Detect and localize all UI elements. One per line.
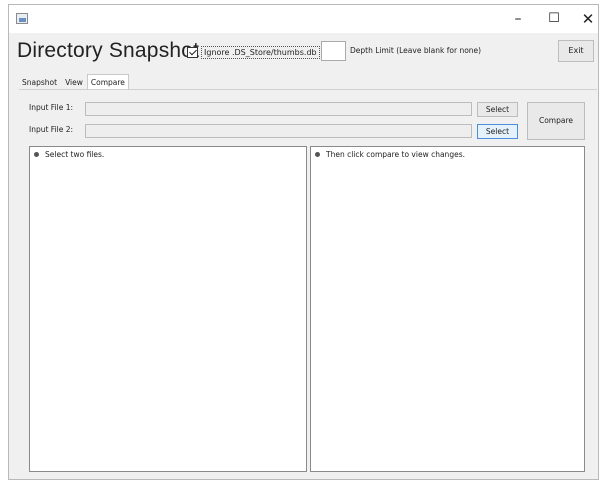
compare-button[interactable]: Compare — [527, 102, 585, 140]
list-item-label: Select two files. — [45, 150, 105, 159]
input-file-2-label: Input File 2: — [29, 125, 74, 134]
tab-snapshot[interactable]: Snapshot — [18, 74, 61, 89]
tab-compare[interactable]: Compare — [86, 74, 129, 89]
compare-panel: Input File 1: Select Input File 2: Selec… — [19, 89, 597, 479]
checkbox-checked-icon[interactable] — [187, 46, 198, 58]
bullet-icon — [315, 152, 320, 157]
depth-limit-label: Depth Limit (Leave blank for none) — [350, 46, 482, 55]
maximize-button[interactable]: ☐ — [536, 5, 572, 33]
header-bar: Directory Snapshot Ignore .DS_Store/thum… — [9, 33, 598, 71]
right-file-list[interactable]: Then click compare to view changes. — [310, 146, 585, 472]
ignore-files-label[interactable]: Ignore .DS_Store/thumbs.db — [201, 45, 320, 59]
input-file-2-field[interactable] — [85, 124, 472, 138]
list-item-label: Then click compare to view changes. — [326, 150, 465, 159]
tab-bar: Snapshot View Compare — [18, 74, 129, 89]
minimize-button[interactable]: – — [500, 5, 536, 33]
input-file-1-label: Input File 1: — [29, 103, 74, 112]
app-window: – ☐ ✕ Directory Snapshot Ignore .DS_Stor… — [8, 4, 599, 480]
list-item[interactable]: Select two files. — [34, 150, 104, 159]
app-title: Directory Snapshot — [17, 39, 200, 62]
select-file-2-button[interactable]: Select — [477, 124, 518, 139]
tab-view[interactable]: View — [61, 74, 87, 89]
exit-button[interactable]: Exit — [558, 40, 594, 62]
close-button[interactable]: ✕ — [570, 5, 601, 33]
title-bar: – ☐ ✕ — [9, 5, 598, 33]
java-app-icon — [16, 13, 28, 24]
ignore-files-checkbox[interactable]: Ignore .DS_Store/thumbs.db — [187, 45, 320, 59]
list-item[interactable]: Then click compare to view changes. — [315, 150, 465, 159]
depth-limit-input[interactable] — [321, 41, 346, 61]
select-file-1-button[interactable]: Select — [477, 102, 518, 117]
left-file-list[interactable]: Select two files. — [29, 146, 307, 472]
input-file-1-field[interactable] — [85, 102, 472, 116]
bullet-icon — [34, 152, 39, 157]
